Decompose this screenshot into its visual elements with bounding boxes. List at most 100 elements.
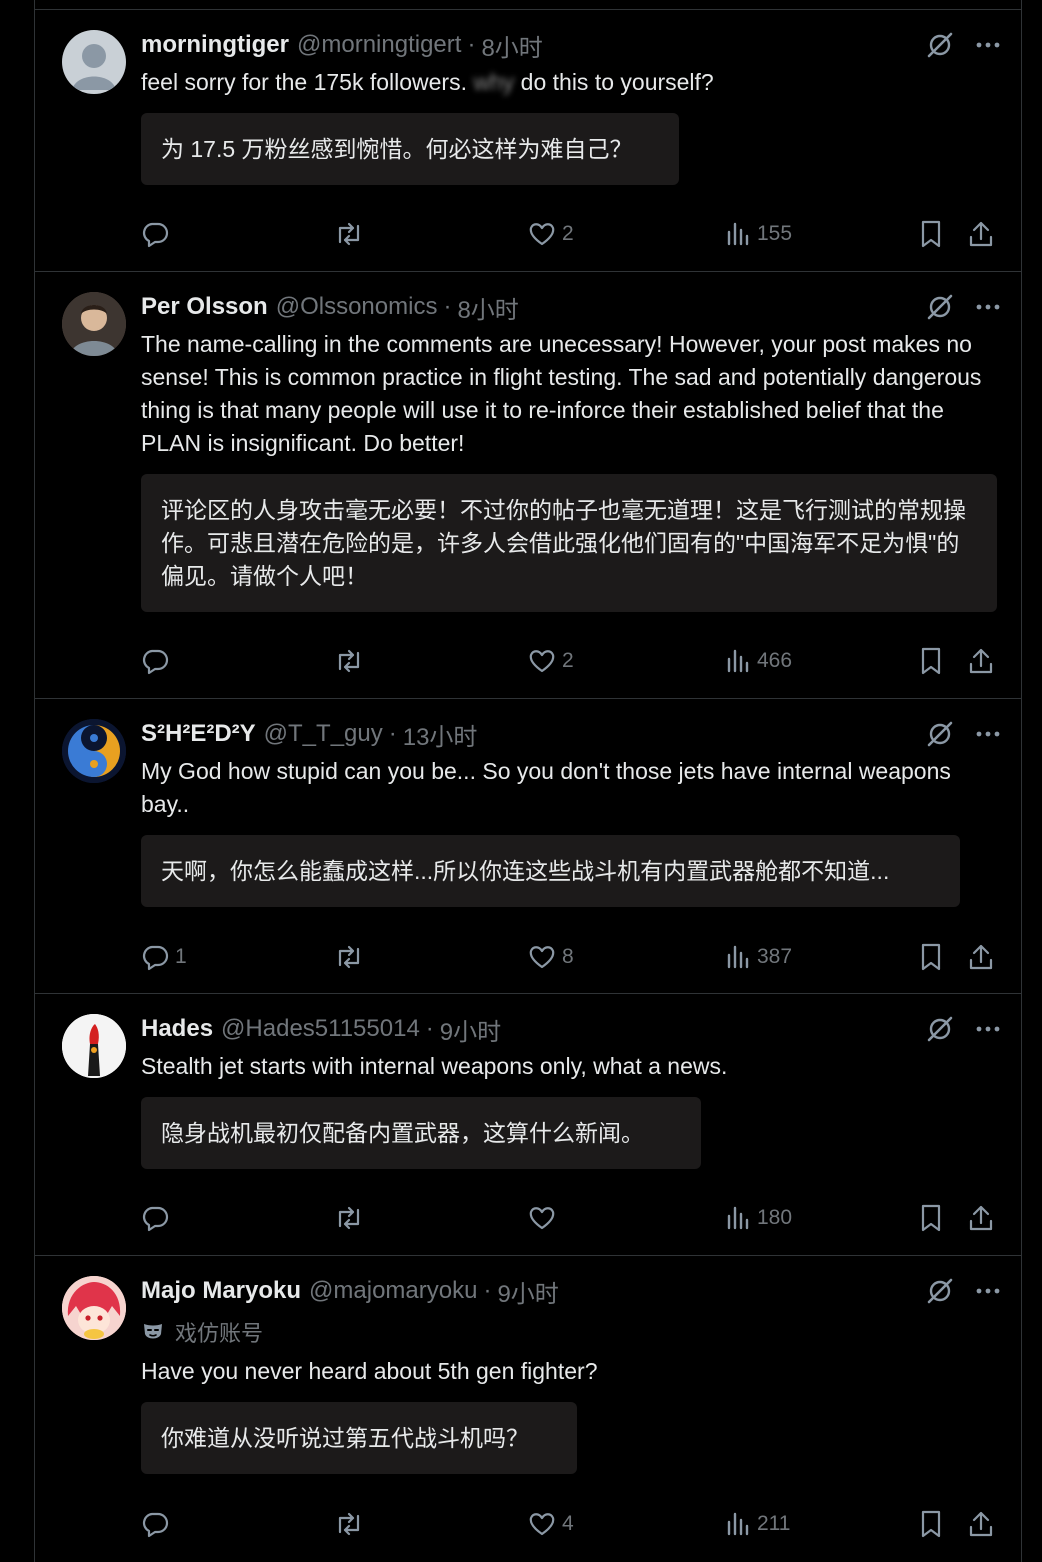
more-icon[interactable] bbox=[975, 1014, 1001, 1044]
like-button[interactable]: 4 bbox=[528, 1506, 574, 1542]
display-name[interactable]: Majo Maryoku bbox=[141, 1277, 301, 1305]
avatar[interactable] bbox=[62, 1276, 126, 1340]
repost-button[interactable] bbox=[333, 216, 365, 252]
avatar[interactable] bbox=[62, 292, 126, 356]
repost-button[interactable] bbox=[333, 1506, 365, 1542]
heart-icon bbox=[529, 946, 555, 969]
share-button[interactable] bbox=[967, 1200, 995, 1236]
repost-button[interactable] bbox=[333, 939, 365, 975]
reply-post[interactable]: Hades @Hades51155014 · 9小时 Stealth jet s… bbox=[35, 994, 1021, 1256]
bookmark-button[interactable] bbox=[919, 1506, 943, 1542]
timestamp[interactable]: 9小时 bbox=[497, 1274, 558, 1309]
bookmark-button[interactable] bbox=[919, 216, 943, 252]
action-bar: 180 bbox=[141, 1200, 1001, 1236]
share-icon bbox=[969, 648, 993, 674]
heart-icon bbox=[529, 650, 555, 673]
grok-icon[interactable] bbox=[925, 30, 955, 60]
grok-icon[interactable] bbox=[925, 292, 955, 322]
display-name[interactable]: morningtiger bbox=[141, 31, 289, 59]
bookmark-button[interactable] bbox=[919, 1200, 943, 1236]
avatar[interactable] bbox=[62, 1014, 126, 1078]
share-button[interactable] bbox=[967, 1506, 995, 1542]
repost-icon bbox=[338, 222, 360, 246]
views-icon bbox=[727, 1206, 749, 1230]
views-button[interactable]: 211 bbox=[725, 1506, 790, 1542]
avatar[interactable] bbox=[62, 719, 126, 783]
reply-button[interactable] bbox=[141, 216, 175, 252]
view-count: 155 bbox=[757, 222, 793, 245]
reply-icon bbox=[142, 222, 169, 248]
reply-post[interactable]: Majo Maryoku @majomaryoku · 9小时 戏仿账号 Hav… bbox=[35, 1256, 1021, 1562]
like-button[interactable]: 2 bbox=[528, 216, 574, 252]
repost-button[interactable] bbox=[333, 643, 365, 679]
share-icon bbox=[969, 1205, 993, 1231]
user-handle[interactable]: @majomaryoku bbox=[309, 1277, 477, 1305]
header-actions bbox=[925, 1276, 1001, 1306]
views-button[interactable]: 180 bbox=[725, 1200, 792, 1236]
views-icon bbox=[727, 649, 749, 673]
reply-button[interactable]: 1 bbox=[141, 939, 187, 975]
bookmark-button[interactable] bbox=[919, 939, 943, 975]
translation-box: 评论区的人身攻击毫无必要！不过你的帖子也毫无道理！这是飞行测试的常规操作。可悲且… bbox=[141, 474, 997, 612]
views-icon bbox=[727, 945, 749, 969]
share-button[interactable] bbox=[967, 643, 995, 679]
grok-icon[interactable] bbox=[925, 1276, 955, 1306]
display-name[interactable]: Per Olsson bbox=[141, 293, 268, 321]
view-count: 387 bbox=[757, 945, 793, 968]
post-text-end: do this to yourself? bbox=[520, 69, 714, 95]
reply-post[interactable]: Per Olsson @Olssonomics · 8小时 The name-c… bbox=[35, 272, 1021, 699]
reply-button[interactable] bbox=[141, 1506, 175, 1542]
like-button[interactable] bbox=[528, 1200, 562, 1236]
display-name[interactable]: S²H²E²D²Y bbox=[141, 720, 256, 748]
bookmark-icon bbox=[921, 220, 941, 248]
repost-icon bbox=[338, 945, 360, 969]
user-handle[interactable]: @Hades51155014 bbox=[221, 1015, 420, 1043]
post-text: Stealth jet starts with internal weapons… bbox=[141, 1053, 728, 1079]
action-bar: 2 155 bbox=[141, 216, 1001, 252]
share-button[interactable] bbox=[967, 939, 995, 975]
timestamp[interactable]: 8小时 bbox=[457, 290, 518, 325]
post-header: Hades @Hades51155014 · 9小时 bbox=[141, 1012, 1001, 1047]
like-button[interactable]: 2 bbox=[528, 643, 574, 679]
bookmark-icon bbox=[921, 1204, 941, 1232]
reply-button[interactable] bbox=[141, 643, 175, 679]
more-icon[interactable] bbox=[975, 292, 1001, 322]
views-button[interactable]: 466 bbox=[725, 643, 792, 679]
view-count: 180 bbox=[757, 1206, 793, 1229]
display-name[interactable]: Hades bbox=[141, 1015, 213, 1043]
mask-icon bbox=[144, 1324, 162, 1339]
timestamp[interactable]: 13小时 bbox=[403, 717, 478, 752]
repost-button[interactable] bbox=[333, 1200, 365, 1236]
share-icon bbox=[969, 221, 993, 247]
views-button[interactable]: 155 bbox=[725, 216, 792, 252]
translation-box: 为 17.5 万粉丝感到惋惜。何必这样为难自己？ bbox=[141, 113, 679, 185]
views-icon bbox=[727, 222, 749, 246]
reply-post[interactable]: S²H²E²D²Y @T_T_guy · 13小时 My God how stu… bbox=[35, 699, 1021, 994]
repost-icon bbox=[338, 1206, 360, 1230]
more-icon[interactable] bbox=[975, 719, 1001, 749]
timestamp[interactable]: 8小时 bbox=[481, 28, 542, 63]
grok-icon[interactable] bbox=[925, 719, 955, 749]
user-handle[interactable]: @Olssonomics bbox=[276, 293, 438, 321]
avatar[interactable] bbox=[62, 30, 126, 94]
timestamp[interactable]: 9小时 bbox=[440, 1012, 501, 1047]
reply-button[interactable] bbox=[141, 1200, 175, 1236]
share-icon bbox=[969, 1511, 993, 1537]
grok-icon[interactable] bbox=[925, 1014, 955, 1044]
action-bar: 4 211 bbox=[141, 1506, 1001, 1542]
user-handle[interactable]: @morningtigert bbox=[297, 31, 461, 59]
like-button[interactable]: 8 bbox=[528, 939, 574, 975]
reply-icon bbox=[142, 945, 169, 971]
more-icon[interactable] bbox=[975, 30, 1001, 60]
views-button[interactable]: 387 bbox=[725, 939, 792, 975]
user-handle[interactable]: @T_T_guy bbox=[264, 720, 383, 748]
share-button[interactable] bbox=[967, 216, 995, 252]
translation-text: 为 17.5 万粉丝感到惋惜。何必这样为难自己？ bbox=[161, 135, 633, 162]
header-actions bbox=[925, 30, 1001, 60]
reply-post[interactable]: morningtiger @morningtigert · 8小时 feel s… bbox=[35, 10, 1021, 272]
like-count: 2 bbox=[562, 222, 574, 245]
post-header: Majo Maryoku @majomaryoku · 9小时 bbox=[141, 1274, 1001, 1309]
bookmark-button[interactable] bbox=[919, 643, 943, 679]
separator-dot: · bbox=[467, 31, 476, 58]
more-icon[interactable] bbox=[975, 1276, 1001, 1306]
